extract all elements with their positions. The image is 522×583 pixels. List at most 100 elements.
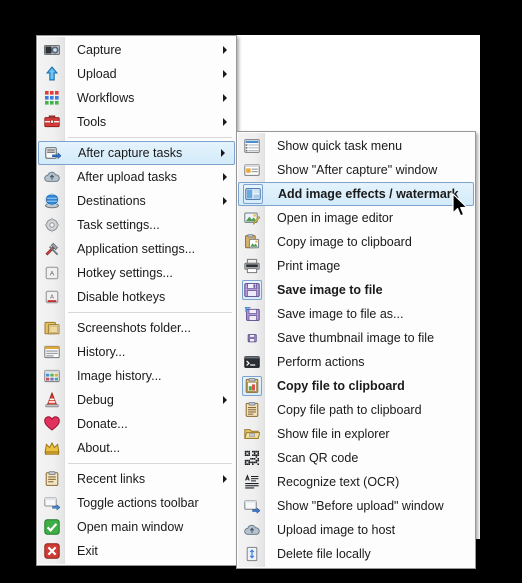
menu-item-label: Show file in explorer <box>277 426 390 441</box>
save-as-icon <box>239 303 265 325</box>
menu-item-application-settings[interactable]: Application settings... <box>37 237 236 261</box>
menu-item-save-image-to-file-as[interactable]: Save image to file as... <box>237 302 475 326</box>
menu-item-label: Debug <box>77 392 114 407</box>
menu-item-label: Toggle actions toolbar <box>77 495 199 510</box>
menu-item-label: Open in image editor <box>277 210 394 225</box>
menu-item-copy-image-to-clipboard[interactable]: Copy image to clipboard <box>237 230 475 254</box>
menu-item-donate[interactable]: Donate... <box>37 412 236 436</box>
toolbox-icon <box>39 111 65 133</box>
menu-item-recognize-text-ocr[interactable]: Recognize text (OCR) <box>237 470 475 494</box>
menu-item-about[interactable]: About... <box>37 436 236 460</box>
menu-item-disable-hotkeys[interactable]: A Disable hotkeys <box>37 285 236 309</box>
history-icon <box>39 341 65 363</box>
tray-context-menu[interactable]: Capture Upload Workflows Tools After capture… <box>36 35 237 566</box>
menu-item-label: Open main window <box>77 519 184 534</box>
menu-item-history[interactable]: History... <box>37 340 236 364</box>
menu-separator <box>37 134 236 141</box>
menu-item-label: Show quick task menu <box>277 138 403 153</box>
qr-code-icon <box>239 447 265 469</box>
crown-icon <box>39 437 65 459</box>
menu-item-label: Perform actions <box>277 354 365 369</box>
menu-item-hotkey-settings[interactable]: A Hotkey settings... <box>37 261 236 285</box>
menu-item-show-file-in-explorer[interactable]: Show file in explorer <box>237 422 475 446</box>
menu-item-add-image-effects-watermark[interactable]: Add image effects / watermark <box>238 182 474 206</box>
mouse-pointer <box>452 193 470 224</box>
menu-item-capture[interactable]: Capture <box>37 38 236 62</box>
menu-item-exit[interactable]: Exit <box>37 539 236 563</box>
menu-item-label: Show "After capture" window <box>277 162 438 177</box>
before-upload-icon <box>239 495 265 517</box>
menu-item-recent-links[interactable]: Recent links <box>37 467 236 491</box>
camera-icon <box>39 39 65 61</box>
menu-item-copy-file-to-clipboard[interactable]: Copy file to clipboard <box>237 374 475 398</box>
menu-item-label: About... <box>77 440 121 455</box>
copy-file-path-icon <box>239 399 265 421</box>
menu-item-label: Recognize text (OCR) <box>277 474 400 489</box>
menu-item-open-in-image-editor[interactable]: Open in image editor <box>237 206 475 230</box>
menu-item-scan-qr-code[interactable]: Scan QR code <box>237 446 475 470</box>
svg-text:A: A <box>50 270 55 277</box>
menu-separator <box>37 309 236 316</box>
after-capture-tasks-submenu[interactable]: Show quick task menu Show "After capture"… <box>236 131 476 569</box>
menu-item-label: Show "Before upload" window <box>277 498 444 513</box>
menu-item-label: History... <box>77 344 126 359</box>
copy-file-icon <box>239 375 265 397</box>
menu-item-destinations[interactable]: Destinations <box>37 189 236 213</box>
save-thumbnail-icon <box>239 327 265 349</box>
menu-item-save-image-to-file[interactable]: Save image to file <box>237 278 475 302</box>
menu-item-upload[interactable]: Upload <box>37 62 236 86</box>
menu-item-delete-file-locally[interactable]: Delete file locally <box>237 542 475 566</box>
menu-item-task-settings[interactable]: Task settings... <box>37 213 236 237</box>
after-upload-icon <box>39 166 65 188</box>
submenu-arrow-icon <box>221 149 225 157</box>
clipboard-list-icon <box>39 468 65 490</box>
upload-cloud-icon <box>239 519 265 541</box>
menu-item-show-after-capture-window[interactable]: Show "After capture" window <box>237 158 475 182</box>
menu-item-workflows[interactable]: Workflows <box>37 86 236 110</box>
printer-icon <box>239 255 265 277</box>
menu-item-print-image[interactable]: Print image <box>237 254 475 278</box>
menu-item-label: Exit <box>77 543 98 558</box>
menu-item-show-quick-task-menu[interactable]: Show quick task menu <box>237 134 475 158</box>
menu-item-label: Print image <box>277 258 341 273</box>
menu-item-after-upload-tasks[interactable]: After upload tasks <box>37 165 236 189</box>
menu-item-label: Scan QR code <box>277 450 359 465</box>
submenu-arrow-icon <box>223 475 227 483</box>
menu-item-label: Recent links <box>77 471 146 486</box>
menu-item-label: Application settings... <box>77 241 196 256</box>
svg-text:A: A <box>50 295 54 301</box>
menu-item-open-main-window[interactable]: Open main window <box>37 515 236 539</box>
menu-item-label: Add image effects / watermark <box>278 186 459 201</box>
menu-item-label: Screenshots folder... <box>77 320 191 335</box>
menu-item-screenshots-folder[interactable]: Screenshots folder... <box>37 316 236 340</box>
menu-item-label: Capture <box>77 42 122 57</box>
menu-separator <box>37 460 236 467</box>
quick-task-menu-icon <box>239 135 265 157</box>
menu-item-copy-file-path-to-clipboard[interactable]: Copy file path to clipboard <box>237 398 475 422</box>
menu-item-show-before-upload-window[interactable]: Show "Before upload" window <box>237 494 475 518</box>
menu-item-tools[interactable]: Tools <box>37 110 236 134</box>
menu-item-label: Upload <box>77 66 117 81</box>
menu-item-debug[interactable]: Debug <box>37 388 236 412</box>
menu-item-label: Delete file locally <box>277 546 371 561</box>
ocr-icon <box>239 471 265 493</box>
checked-icon-frame <box>243 184 263 204</box>
image-editor-icon <box>239 207 265 229</box>
submenu-arrow-icon <box>223 94 227 102</box>
menu-item-image-history[interactable]: Image history... <box>37 364 236 388</box>
menu-item-label: After upload tasks <box>77 169 178 184</box>
menu-item-toggle-actions-toolbar[interactable]: Toggle actions toolbar <box>37 491 236 515</box>
copy-image-icon <box>239 231 265 253</box>
gear-icon <box>39 214 65 236</box>
menu-item-perform-actions[interactable]: Perform actions <box>237 350 475 374</box>
save-icon <box>239 279 265 301</box>
menu-item-label: Upload image to host <box>277 522 396 537</box>
menu-item-save-thumbnail-image-to-file[interactable]: Save thumbnail image to file <box>237 326 475 350</box>
menu-item-label: Save image to file <box>277 282 383 297</box>
menu-item-upload-image-to-host[interactable]: Upload image to host <box>237 518 475 542</box>
folder-open-icon <box>239 423 265 445</box>
submenu-arrow-icon <box>223 173 227 181</box>
menu-item-label: Copy image to clipboard <box>277 234 412 249</box>
keyboard-key-off-icon: A <box>39 286 65 308</box>
menu-item-after-capture-tasks[interactable]: After capture tasks <box>38 141 235 165</box>
